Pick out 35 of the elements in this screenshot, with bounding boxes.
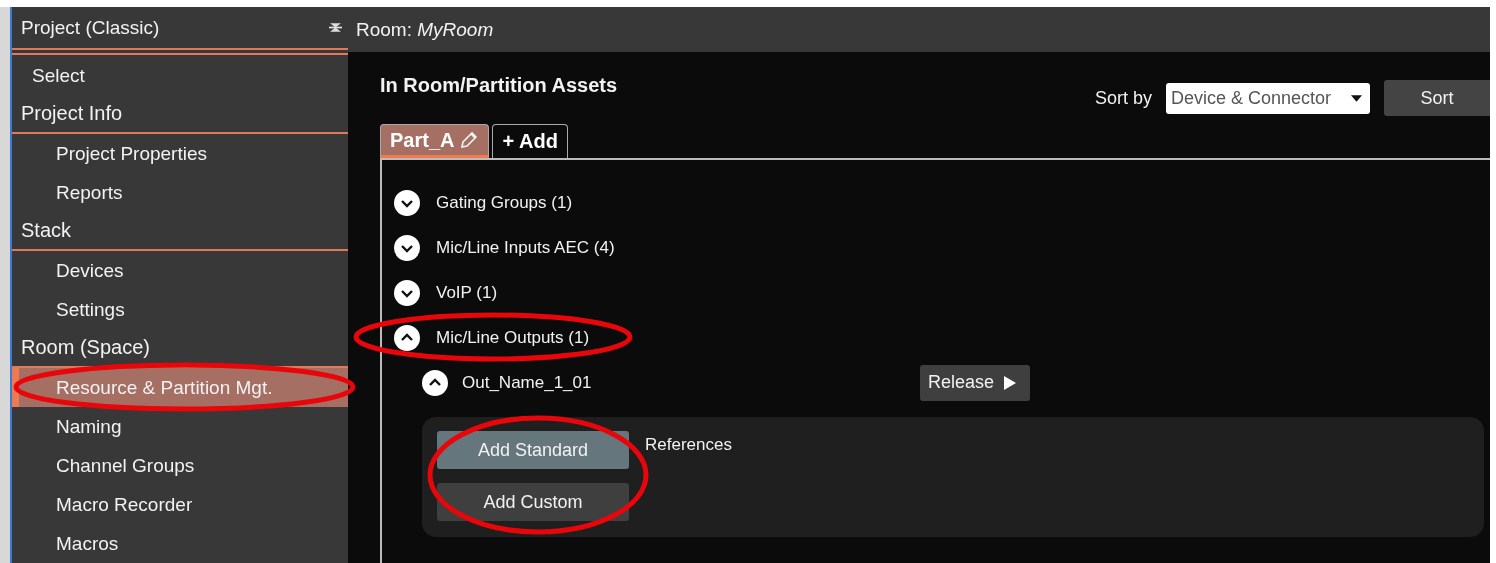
add-button[interactable]: Add Standard [437, 431, 629, 469]
sidebar-item[interactable]: Select [12, 56, 348, 95]
group-label: Mic/Line Inputs AEC (4) [436, 237, 615, 258]
sidebar-item[interactable]: Macros [12, 524, 348, 563]
sidebar-item[interactable]: Devices [12, 251, 348, 290]
references-label: References [645, 435, 732, 455]
group-label: Gating Groups (1) [436, 192, 573, 213]
expander-icon[interactable] [394, 324, 420, 351]
partition-tab[interactable]: + Add [492, 124, 568, 158]
expander-icon[interactable] [394, 234, 420, 261]
play-icon [1004, 375, 1016, 390]
sort-button[interactable]: Sort [1384, 80, 1490, 116]
release-button[interactable]: Release [920, 364, 1030, 401]
sidebar-item[interactable]: Project Properties [12, 134, 348, 173]
group-label: VoIP (1) [436, 282, 498, 303]
sidebar-item[interactable]: Macro Recorder [12, 485, 348, 524]
sidebar-title: Project (Classic) [21, 16, 160, 39]
partition-tab[interactable]: Part_A [380, 124, 490, 158]
expander-icon[interactable] [422, 369, 448, 396]
add-button[interactable]: Add Custom [437, 483, 629, 521]
caret-icon [1351, 94, 1362, 102]
group-label: Mic/Line Outputs (1) [436, 327, 590, 348]
channel-name: Out_Name_1_01 [462, 372, 593, 393]
collapse-icon[interactable] [329, 22, 342, 33]
expander-icon[interactable] [394, 279, 420, 306]
pencil-icon[interactable] [459, 130, 480, 150]
sidebar-item[interactable]: Settings [12, 290, 348, 329]
section-heading: In Room/Partition Assets [380, 74, 618, 97]
sidebar-item[interactable]: Naming [12, 407, 348, 446]
sidebar-item[interactable]: Channel Groups [12, 446, 348, 485]
room-title: Room: MyRoom [356, 18, 494, 41]
expander-icon[interactable] [394, 189, 420, 216]
sidebar-item[interactable]: Reports [12, 173, 348, 212]
sort-dropdown[interactable]: Device & Connector [1166, 82, 1370, 114]
sort-label: Sort by [1094, 87, 1152, 109]
